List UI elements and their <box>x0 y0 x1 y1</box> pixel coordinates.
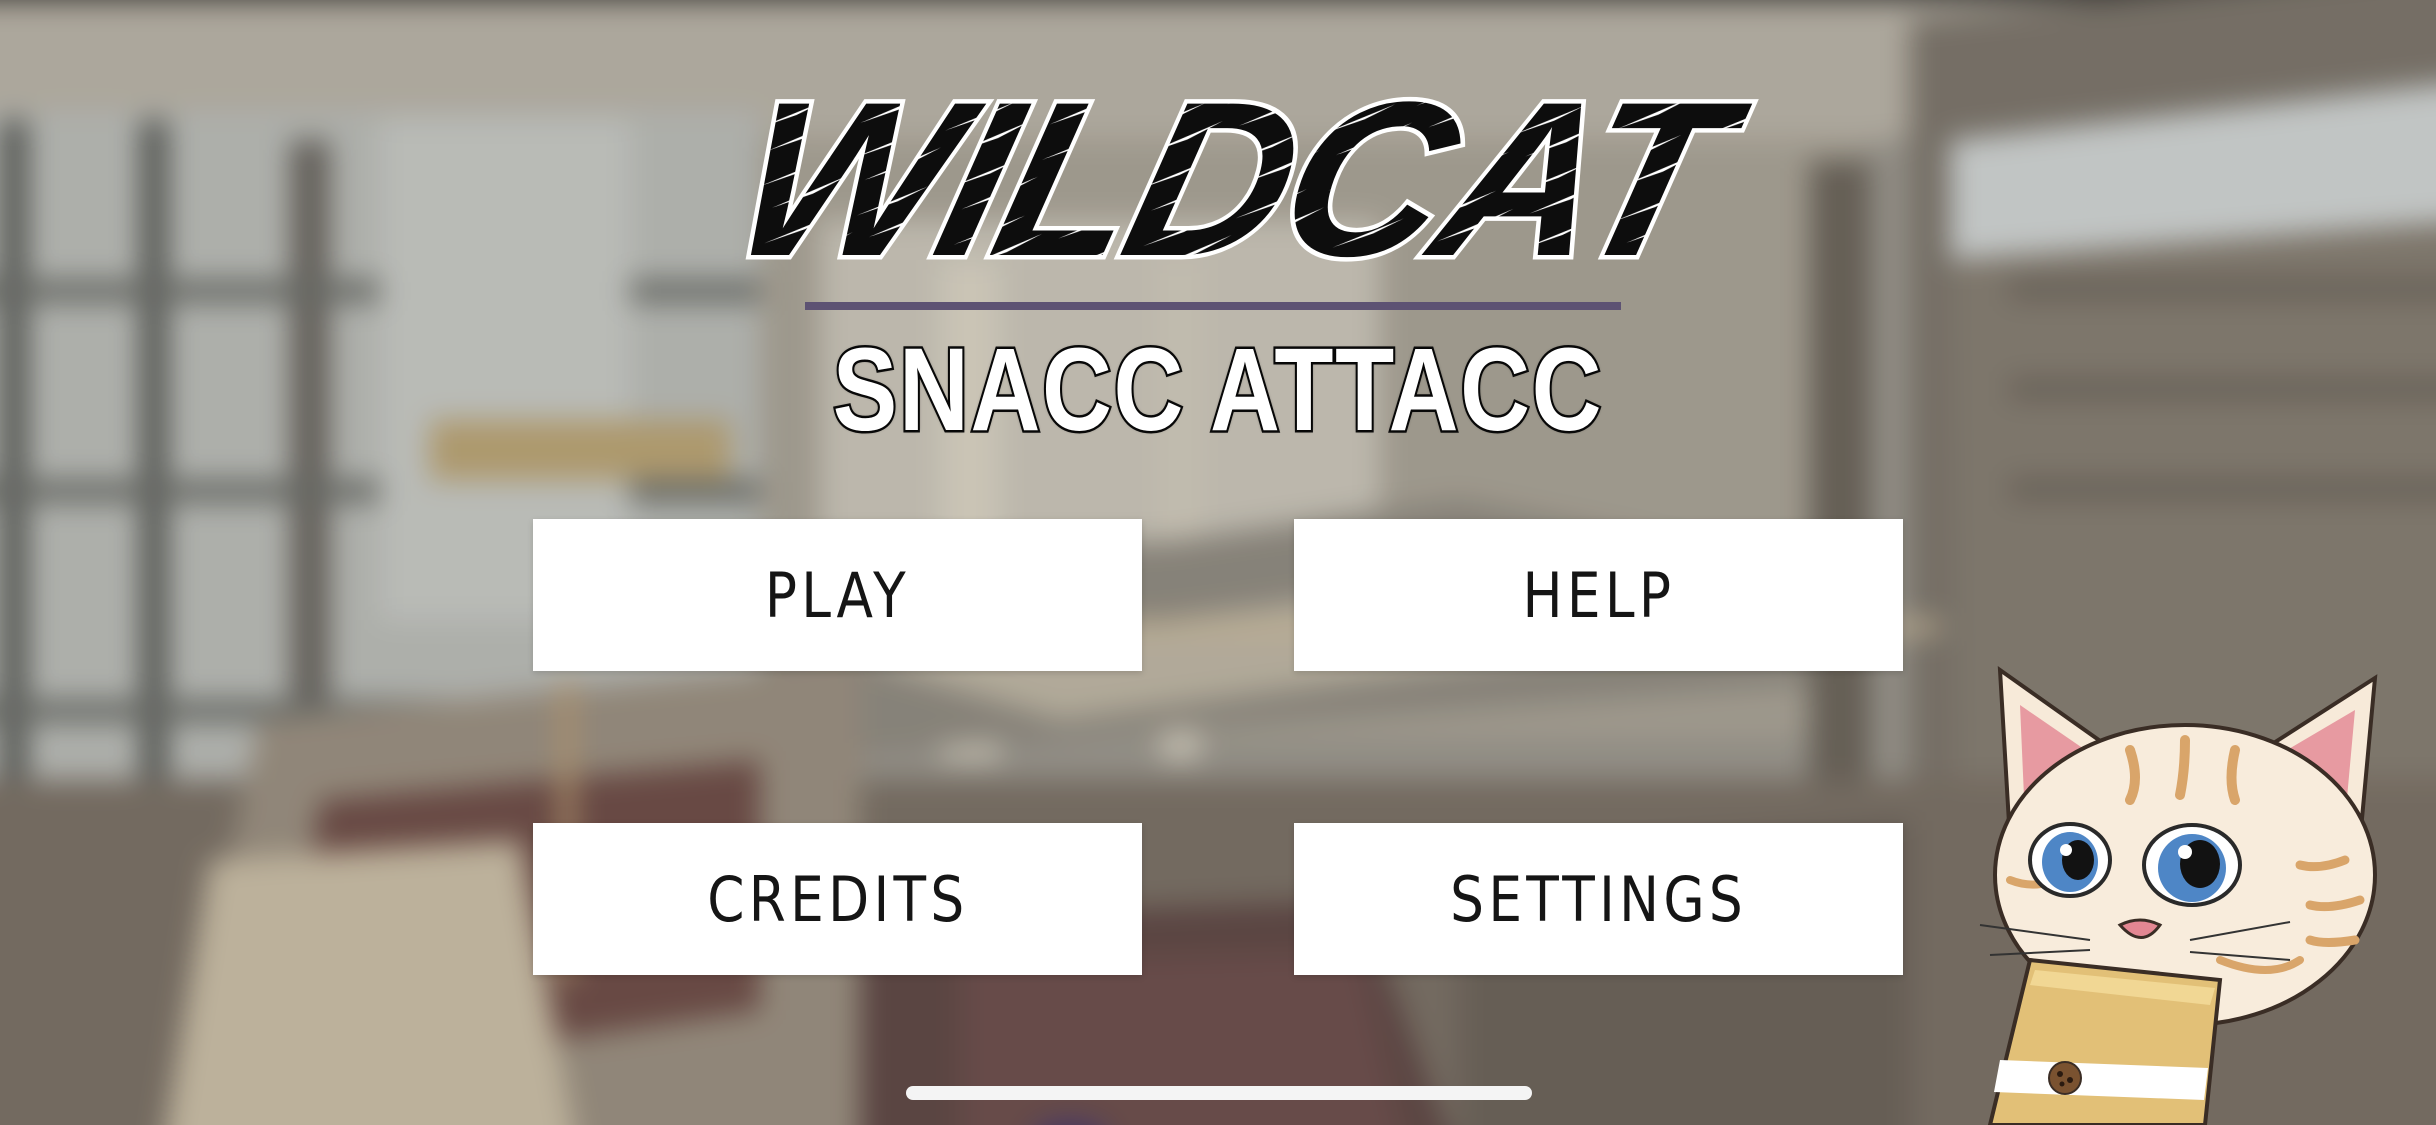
credits-button[interactable]: CREDITS <box>533 823 1142 975</box>
home-indicator[interactable] <box>906 1086 1532 1100</box>
cat-mascot-icon <box>1970 660 2390 1125</box>
settings-button[interactable]: SETTINGS <box>1294 823 1903 975</box>
credits-button-label: CREDITS <box>706 862 969 936</box>
game-logo: WILDCAT <box>700 53 1769 307</box>
help-button[interactable]: HELP <box>1294 519 1903 671</box>
title-divider <box>805 302 1621 310</box>
game-subtitle: SNACC ATTACC <box>831 322 1604 459</box>
wildcat-logo: WILDCAT <box>700 53 1769 307</box>
play-button-label: PLAY <box>764 558 911 632</box>
main-menu-screen: WILDCAT SNACC ATTACC PLAY HELP CREDITS S… <box>0 0 2436 1125</box>
logo-text: WILDCAT <box>713 57 1764 302</box>
play-button[interactable]: PLAY <box>533 519 1142 671</box>
help-button-label: HELP <box>1522 558 1675 632</box>
settings-button-label: SETTINGS <box>1450 862 1747 936</box>
